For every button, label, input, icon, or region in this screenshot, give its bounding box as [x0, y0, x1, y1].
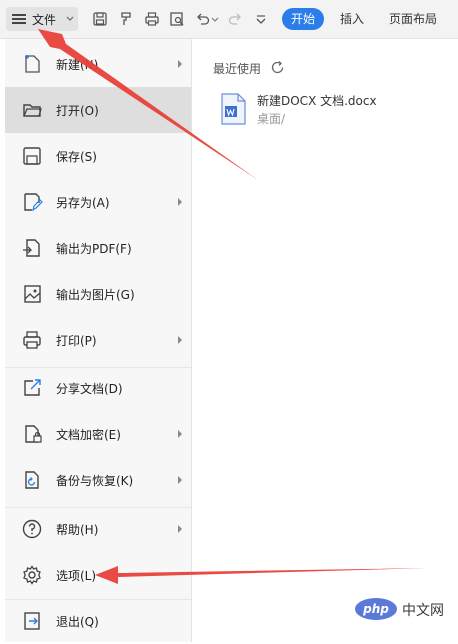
- recent-file-path: 桌面/: [257, 112, 286, 126]
- menu-item-encrypt[interactable]: 文档加密(E): [5, 411, 191, 457]
- submenu-arrow-icon: [178, 60, 182, 68]
- menu-item-label: 备份与恢复(K): [56, 473, 134, 488]
- folder-open-icon: [23, 104, 42, 117]
- gear-icon: [23, 565, 41, 585]
- submenu-arrow-icon: [178, 525, 182, 533]
- menu-item-help[interactable]: 帮助(H): [5, 506, 191, 552]
- menu-item-label: 打印(P): [56, 333, 97, 348]
- recent-file-name: 新建DOCX 文档.docx: [257, 94, 377, 108]
- menu-item-label: 分享文档(D): [56, 381, 123, 396]
- menu-item-label: 另存为(A): [56, 195, 110, 210]
- export-image-icon: [24, 285, 41, 303]
- menu-item-share[interactable]: 分享文档(D): [5, 365, 191, 411]
- menu-item-label: 文档加密(E): [56, 427, 121, 442]
- file-menu-button[interactable]: 文件: [6, 7, 78, 31]
- submenu-arrow-icon: [178, 430, 182, 438]
- exit-icon: [24, 612, 40, 630]
- menu-item-open[interactable]: 打开(O): [5, 87, 191, 133]
- menu-item-save-as[interactable]: 另存为(A): [5, 179, 191, 225]
- chevron-down-icon: [66, 16, 74, 21]
- watermark-logo: php 中文网: [355, 598, 450, 620]
- refresh-icon[interactable]: [270, 60, 285, 75]
- undo-dropdown-icon[interactable]: [211, 11, 219, 27]
- hamburger-icon: [12, 13, 26, 25]
- menu-item-backup[interactable]: 备份与恢复(K): [5, 457, 191, 503]
- tab-page-layout[interactable]: 页面布局: [389, 9, 437, 29]
- menu-item-label: 退出(Q): [56, 614, 99, 629]
- share-icon: [24, 379, 41, 396]
- menu-item-options[interactable]: 选项(L): [5, 552, 191, 598]
- menu-item-export-pdf[interactable]: 输出为PDF(F): [5, 225, 191, 271]
- redo-icon[interactable]: [227, 11, 243, 27]
- menu-item-label: 选项(L): [56, 568, 97, 583]
- menu-item-exit[interactable]: 退出(Q): [5, 598, 191, 644]
- menu-item-export-image[interactable]: 输出为图片(G): [5, 271, 191, 317]
- undo-icon[interactable]: [195, 11, 211, 27]
- encrypt-doc-icon: [25, 425, 42, 443]
- quick-access-toolbar: 文件 开始 插入 页面布局: [0, 0, 458, 39]
- menu-item-new[interactable]: 新建(N): [5, 41, 191, 87]
- format-painter-icon[interactable]: [118, 11, 134, 27]
- save-icon[interactable]: [92, 11, 108, 27]
- recent-section-title: 最近使用: [213, 62, 262, 76]
- menu-item-label: 输出为PDF(F): [56, 241, 132, 256]
- save-icon: [23, 147, 41, 165]
- save-as-icon: [24, 193, 43, 212]
- printer-icon: [23, 331, 41, 349]
- menu-item-label: 打开(O): [56, 103, 99, 118]
- customize-toolbar-icon[interactable]: [253, 11, 269, 27]
- menu-item-label: 新建(N): [56, 57, 99, 72]
- help-icon: [22, 519, 42, 539]
- tab-home[interactable]: 开始: [282, 8, 325, 30]
- export-pdf-icon: [23, 239, 40, 257]
- menu-item-label: 保存(S): [56, 149, 97, 164]
- new-doc-icon: [25, 55, 40, 73]
- menu-item-label: 帮助(H): [56, 522, 99, 537]
- menu-item-print[interactable]: 打印(P): [5, 317, 191, 363]
- submenu-arrow-icon: [178, 198, 182, 206]
- print-icon[interactable]: [144, 11, 160, 27]
- file-menu-label: 文件: [32, 12, 57, 27]
- menu-item-label: 输出为图片(G): [56, 287, 135, 302]
- docx-file-icon: [221, 93, 246, 125]
- submenu-arrow-icon: [178, 336, 182, 344]
- submenu-arrow-icon: [178, 476, 182, 484]
- menu-item-save[interactable]: 保存(S): [5, 133, 191, 179]
- watermark-badge: php: [355, 598, 397, 620]
- backup-icon: [25, 471, 39, 489]
- file-menu-panel: 新建(N) 打开(O) 保存(S) 另存为(A) 输出为PDF(F) 输出为图片…: [5, 39, 192, 642]
- tab-insert[interactable]: 插入: [340, 9, 364, 29]
- watermark-text: 中文网: [402, 603, 444, 619]
- print-preview-icon[interactable]: [169, 11, 185, 27]
